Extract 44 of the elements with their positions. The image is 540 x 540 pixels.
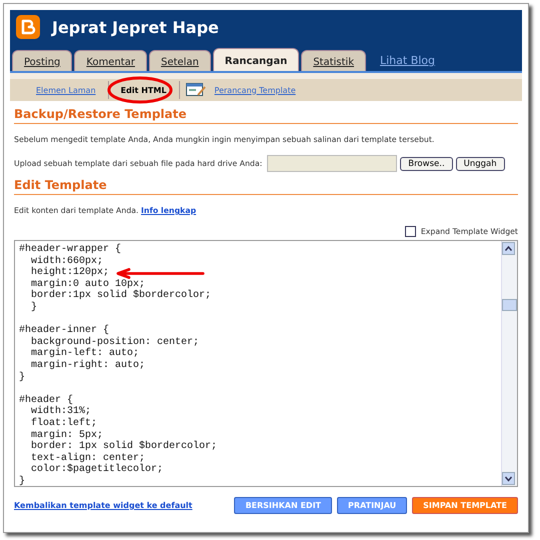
code-line: margin: 5px; [30,430,104,440]
code-editor[interactable] [14,240,518,487]
section-heading: Backup/Restore Template [14,107,518,124]
tab[interactable]: Setelan [148,50,211,71]
scrollbar[interactable] [501,241,517,486]
section-heading: Edit Template [14,178,518,195]
code-line: text-align: center; [30,452,146,464]
tab[interactable]: Rancangan [212,48,300,71]
scroll-down-icon[interactable] [502,472,515,485]
code-line: margin-left: auto; [30,348,140,360]
view-blog-link[interactable]: Lihat Blog [380,54,436,67]
scroll-thumb[interactable] [502,299,517,311]
code-line: #header-inner { [19,325,110,336]
code-line: margin-right: auto; [30,360,146,372]
code-line: height:120px; [30,267,110,278]
browse-button[interactable]: Browse.. [400,156,453,170]
subnav-link[interactable]: Elemen Laman [30,86,102,94]
blog-title: Jeprat Jepret Hape [52,18,219,36]
annotation-ellipse [107,76,174,104]
code-line: } [30,302,38,314]
code-line: } [19,372,26,384]
code-line: color:$pagetitlecolor; [30,464,164,476]
tab[interactable]: Komentar [74,50,147,71]
reset-widgets-link[interactable]: Kembalikan template widget ke default [14,501,192,510]
file-input-field[interactable] [267,155,398,172]
expand-checkbox[interactable] [404,226,416,237]
annotation-arrow-icon [115,268,205,279]
tab[interactable]: Statistik [301,50,366,71]
code-line: background-position: center; [30,336,200,348]
code-line: float:left; [30,418,98,430]
subnav-link[interactable]: Perancang Template [208,86,302,94]
code-line: border:1px solid $bordercolor; [30,290,212,302]
upload-button[interactable]: Unggah [456,156,505,170]
scroll-up-icon[interactable] [502,242,515,255]
code-line: margin:0 auto 10px; [30,278,146,290]
code-line: } [19,476,26,488]
code-line: width:31%; [30,406,92,418]
code-line: width:660px; [30,256,104,267]
code-line: border: 1px solid $bordercolor; [30,441,218,452]
tab[interactable]: Posting [12,50,72,71]
code-line: #header-wrapper { [19,244,122,256]
template-designer-icon [186,83,206,97]
code-line: #header { [19,394,74,406]
blogger-logo-icon [16,15,40,39]
